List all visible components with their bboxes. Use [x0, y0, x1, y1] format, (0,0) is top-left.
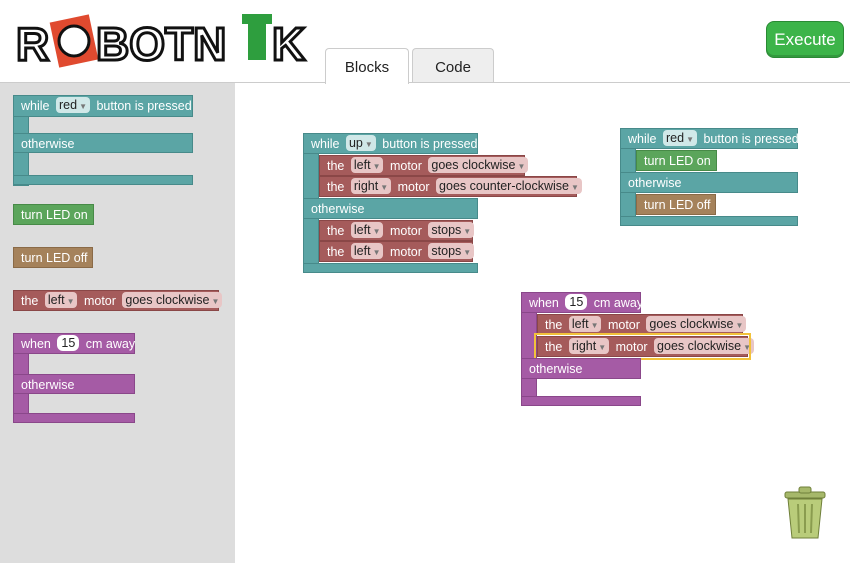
- otherwise-label: otherwise: [21, 378, 75, 392]
- button-is-pressed-label: button is pressed: [382, 137, 478, 151]
- otherwise-label: otherwise: [628, 176, 682, 190]
- dropdown-arrow-icon: ▼: [79, 102, 87, 111]
- dropdown-arrow-icon: ▼: [211, 297, 220, 306]
- motor-action-dropdown[interactable]: goes clockwise ▼: [646, 316, 747, 332]
- otherwise-label: otherwise: [311, 202, 365, 216]
- while-label: while: [21, 99, 50, 113]
- while-label: while: [628, 132, 657, 146]
- motor-action-dropdown[interactable]: stops ▼: [428, 243, 475, 259]
- motor-action-dropdown[interactable]: goes clockwise ▼: [428, 157, 529, 173]
- svg-text:BOTN: BOTN: [96, 18, 226, 70]
- motor-side-dropdown[interactable]: left ▼: [350, 222, 384, 238]
- motor-side-dropdown[interactable]: right ▼: [568, 338, 610, 354]
- execute-button[interactable]: Execute: [766, 21, 844, 58]
- dropdown-arrow-icon: ▼: [364, 140, 373, 149]
- while-label: while: [311, 137, 340, 151]
- motor-side-dropdown[interactable]: left ▼: [350, 157, 384, 173]
- motor-label: motor: [83, 294, 116, 308]
- svg-text:R: R: [16, 18, 49, 70]
- tab-blocks[interactable]: Blocks: [325, 48, 409, 84]
- trash-icon[interactable]: [784, 486, 826, 540]
- motor-side-dropdown[interactable]: left ▼: [350, 243, 384, 259]
- robotnik-logo-image: R BOTN K: [15, 14, 307, 72]
- motor-action-dropdown[interactable]: goes clockwise ▼: [654, 338, 755, 354]
- button-is-pressed-label: button is pressed: [96, 99, 192, 113]
- distance-input[interactable]: 15: [565, 294, 588, 310]
- selected-motor-block[interactable]: the right ▼ motor goes clockwise ▼: [534, 333, 755, 360]
- motor-action-dropdown[interactable]: goes counter-clockwise ▼: [436, 178, 582, 194]
- motor-side-dropdown[interactable]: right ▼: [350, 178, 392, 194]
- dropdown-arrow-icon: ▼: [686, 135, 694, 144]
- motor-side-dropdown[interactable]: left ▼: [568, 316, 602, 332]
- when-label: when: [21, 337, 51, 351]
- otherwise-label: otherwise: [21, 137, 75, 151]
- motor-block[interactable]: the left ▼ motor goes clockwise ▼: [319, 155, 529, 176]
- otherwise-label: otherwise: [529, 362, 583, 376]
- led-off-block[interactable]: turn LED off: [636, 194, 716, 215]
- button-color-dropdown[interactable]: up ▼: [345, 135, 376, 151]
- led-off-label: turn LED off: [21, 251, 88, 265]
- the-label: the: [21, 294, 39, 308]
- motor-action-dropdown[interactable]: goes clockwise ▼: [122, 292, 223, 308]
- cm-away-label: cm away: [593, 296, 644, 310]
- button-color-dropdown[interactable]: red ▼: [55, 97, 90, 113]
- motor-block[interactable]: the left ▼ motor goes clockwise ▼: [537, 314, 747, 335]
- button-is-pressed-label: button is pressed: [703, 132, 799, 146]
- dropdown-arrow-icon: ▼: [66, 297, 75, 306]
- button-color-dropdown[interactable]: red ▼: [662, 130, 697, 146]
- tab-code[interactable]: Code: [412, 48, 494, 83]
- svg-text:K: K: [272, 18, 305, 70]
- motor-block[interactable]: the right ▼ motor goes counter-clockwise ▼: [319, 176, 582, 197]
- led-on-block[interactable]: turn LED on: [636, 150, 717, 171]
- when-label: when: [529, 296, 559, 310]
- motor-side-dropdown[interactable]: left ▼: [44, 292, 78, 308]
- robotnik-logo: R BOTN K: [14, 10, 314, 72]
- motor-block[interactable]: the left ▼ motor stops ▼: [319, 220, 475, 241]
- cm-away-label: cm away: [85, 337, 136, 351]
- motor-action-dropdown[interactable]: stops ▼: [428, 222, 475, 238]
- toolbox: [0, 83, 235, 563]
- distance-input[interactable]: 15: [57, 335, 80, 351]
- motor-block[interactable]: the left ▼ motor stops ▼: [319, 241, 475, 262]
- led-on-label: turn LED on: [21, 208, 88, 222]
